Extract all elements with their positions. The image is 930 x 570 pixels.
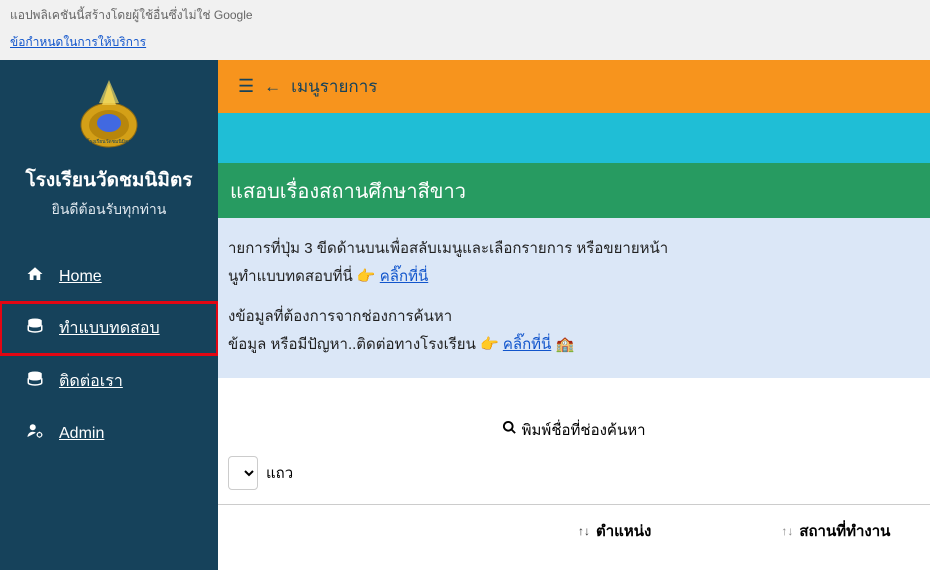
- hand-icon: 👉: [480, 335, 499, 353]
- info-line: ข้อมูล หรือมีปัญหา..ติดต่อทางโรงเรียน 👉 …: [228, 332, 920, 356]
- sort-icon: ↑↓: [781, 524, 793, 538]
- rows-label: แถว: [266, 461, 293, 485]
- svg-text:โรงเรียนวัดชมนิมิตร: โรงเรียนวัดชมนิมิตร: [87, 138, 131, 145]
- green-stripe: แสอบเรื่องสถานศึกษาสีขาว: [218, 163, 930, 218]
- column-header-position[interactable]: ↑↓ ตำแหน่ง: [578, 519, 651, 543]
- nav-label: ติดต่อเรา: [59, 369, 123, 394]
- info-text: นูทำแบบทดสอบที่นี่: [228, 268, 357, 285]
- home-icon: [25, 265, 45, 288]
- user-gear-icon: [25, 422, 45, 445]
- search-icon: [502, 422, 521, 439]
- hamburger-icon[interactable]: ☰: [238, 76, 254, 97]
- sort-icon: ↑↓: [578, 524, 590, 538]
- info-text: ข้อมูล หรือมีปัญหา..ติดต่อทางโรงเรียน: [228, 336, 480, 353]
- hand-icon: 👉: [357, 267, 376, 285]
- table-header: ↑↓ ตำแหน่ง ↑↓ สถานที่ทำงาน: [218, 504, 930, 557]
- column-header-workplace[interactable]: ↑↓ สถานที่ทำงาน: [781, 519, 890, 543]
- info-line: นูทำแบบทดสอบที่นี่ 👉 คลิ๊กที่นี่: [228, 264, 920, 288]
- nav-label: Admin: [59, 425, 104, 443]
- nav-item-contact[interactable]: ติดต่อเรา: [0, 355, 218, 408]
- info-line: ายการที่ปุ่ม 3 ขีดด้านบนเพื่อสลับเมนูและ…: [228, 236, 920, 260]
- school-logo: โรงเรียนวัดชมนิมิตร: [74, 75, 144, 153]
- nav-label: ทำแบบทดสอบ: [59, 316, 160, 341]
- google-notice: แอปพลิเคชันนี้สร้างโดยผู้ใช้อื่นซึ่งไม่ใ…: [0, 0, 930, 31]
- rows-selector: แถว: [218, 456, 930, 504]
- school-subtitle: ยินดีต้อนรับทุกท่าน: [52, 199, 167, 221]
- search-placeholder: พิมพ์ชื่อที่ช่องค้นหา: [522, 422, 646, 439]
- column-label: สถานที่ทำงาน: [799, 519, 890, 543]
- click-here-link[interactable]: คลิ๊กที่นี่: [380, 268, 428, 285]
- page-title: แสอบเรื่องสถานศึกษาสีขาว: [230, 175, 466, 207]
- database-icon: [25, 370, 45, 393]
- info-line: งข้อมูลที่ต้องการจากช่องการค้นหา: [228, 304, 920, 328]
- sidebar: โรงเรียนวัดชมนิมิตร โรงเรียนวัดชมนิมิตร …: [0, 60, 218, 570]
- nav-item-quiz[interactable]: ทำแบบทดสอบ: [0, 302, 218, 355]
- info-box: ายการที่ปุ่ม 3 ขีดด้านบนเพื่อสลับเมนูและ…: [218, 218, 930, 378]
- nav-label: Home: [59, 268, 102, 286]
- nav-item-admin[interactable]: Admin: [0, 408, 218, 459]
- contact-link[interactable]: คลิ๊กที่นี่: [503, 336, 551, 353]
- database-icon: [25, 317, 45, 340]
- menu-bar: ☰ ← เมนูรายการ: [218, 60, 930, 113]
- main-content: ☰ ← เมนูรายการ แสอบเรื่องสถานศึกษาสีขาว …: [218, 60, 930, 570]
- nav-item-home[interactable]: Home: [0, 251, 218, 302]
- search-area: พิมพ์ชื่อที่ช่องค้นหา: [218, 378, 930, 456]
- rows-dropdown[interactable]: [228, 456, 258, 490]
- school-emoji-icon: 🏫: [555, 336, 574, 353]
- cyan-stripe: [218, 113, 930, 163]
- menu-arrow: ←: [264, 77, 281, 97]
- school-title: โรงเรียนวัดชมนิมิตร: [26, 165, 193, 195]
- terms-link[interactable]: ข้อกำหนดในการให้บริการ: [0, 31, 930, 60]
- column-label: ตำแหน่ง: [596, 519, 651, 543]
- nav-list: Home ทำแบบทดสอบ ติดต่อเรา Admin: [0, 251, 218, 459]
- menu-label: เมนูรายการ: [291, 73, 377, 100]
